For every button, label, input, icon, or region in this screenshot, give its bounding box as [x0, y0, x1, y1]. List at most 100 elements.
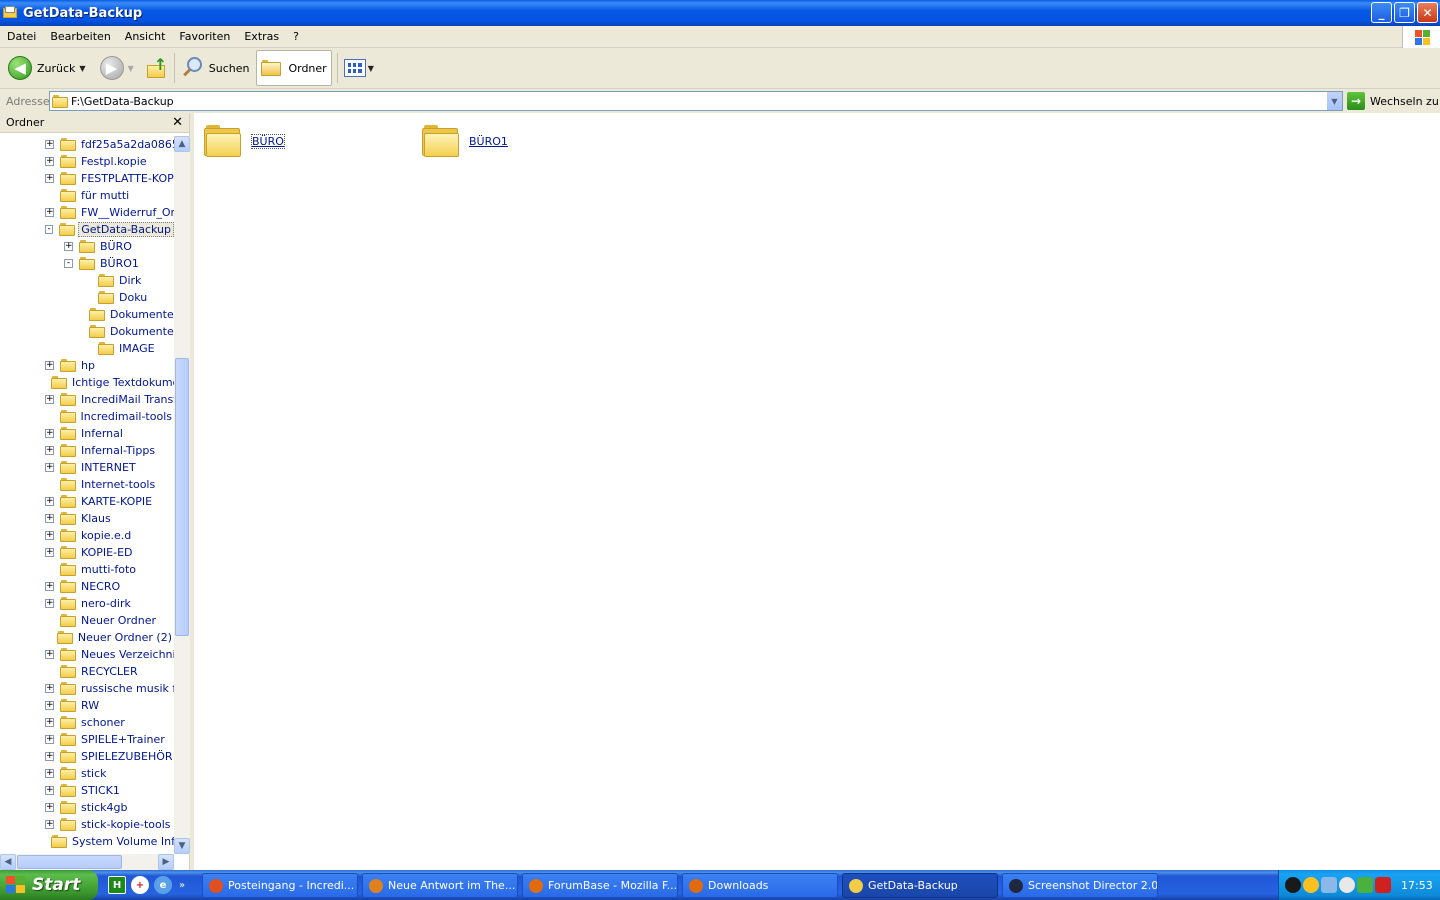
tree-item[interactable]: + Festpl.kopie: [0, 153, 174, 170]
quicklaunch-cross-icon[interactable]: +: [131, 876, 149, 894]
collapse-icon[interactable]: -: [45, 225, 54, 234]
tree-item[interactable]: + Neues Verzeichnis: [0, 646, 174, 663]
tree-item[interactable]: Incredimail-tools: [0, 408, 174, 425]
back-button[interactable]: ◀ Zurück ▼: [4, 50, 90, 86]
quicklaunch-more-icon[interactable]: »: [179, 880, 185, 891]
expand-icon[interactable]: +: [45, 514, 54, 523]
scroll-down-icon[interactable]: ▼: [174, 838, 190, 854]
tree-item[interactable]: + KARTE-KOPIE: [0, 493, 174, 510]
views-button[interactable]: ▼: [340, 50, 378, 86]
tree-item[interactable]: + FW__Widerruf_Onl: [0, 204, 174, 221]
tree-item[interactable]: + Klaus: [0, 510, 174, 527]
taskbar-button[interactable]: Downloads: [682, 873, 838, 898]
horizontal-scrollbar[interactable]: ◀ ▶: [0, 854, 174, 870]
expand-icon[interactable]: +: [45, 463, 54, 472]
tree-item[interactable]: + INTERNET: [0, 459, 174, 476]
taskbar-button[interactable]: Posteingang - Incredi...: [202, 873, 358, 898]
address-dropdown-icon[interactable]: ▼: [1326, 92, 1342, 110]
folders-button[interactable]: Ordner: [256, 50, 332, 86]
expand-icon[interactable]: +: [45, 174, 54, 183]
tree-item[interactable]: IMAGE: [0, 340, 174, 357]
expand-icon[interactable]: +: [45, 548, 54, 557]
expand-icon[interactable]: +: [45, 786, 54, 795]
tree-item[interactable]: + IncrediMail Transfer: [0, 391, 174, 408]
expand-icon[interactable]: +: [45, 701, 54, 710]
expand-icon[interactable]: +: [45, 361, 54, 370]
taskbar-button[interactable]: Screenshot Director 2.0: [1002, 873, 1158, 898]
maximize-button[interactable]: ❐: [1394, 2, 1415, 23]
tree-item[interactable]: + schoner: [0, 714, 174, 731]
tree-item[interactable]: + NECRO: [0, 578, 174, 595]
scroll-thumb[interactable]: [175, 358, 189, 636]
scroll-up-icon[interactable]: ▲: [174, 136, 190, 152]
up-folder-button[interactable]: ↑: [142, 50, 172, 86]
tree-item[interactable]: + stick4gb: [0, 799, 174, 816]
quicklaunch-ie-icon[interactable]: e: [154, 876, 172, 894]
forward-dropdown-icon[interactable]: ▼: [128, 64, 134, 73]
expand-icon[interactable]: +: [45, 208, 54, 217]
tree-item[interactable]: Dirk: [0, 272, 174, 289]
scroll-left-icon[interactable]: ◀: [0, 854, 16, 870]
expand-icon[interactable]: +: [45, 684, 54, 693]
folder-item-buero1[interactable]: BÜRO1: [422, 123, 508, 159]
tree-item[interactable]: + stick-kopie-tools: [0, 816, 174, 833]
menu-bearbeiten[interactable]: Bearbeiten: [43, 30, 117, 43]
address-input[interactable]: F:\GetData-Backup ▼: [49, 91, 1343, 111]
tree-item[interactable]: + nero-dirk: [0, 595, 174, 612]
scroll-right-icon[interactable]: ▶: [158, 854, 174, 870]
close-icon[interactable]: ✕: [172, 115, 183, 130]
expand-icon[interactable]: +: [45, 531, 54, 540]
tree-item[interactable]: + BÜRO: [0, 238, 174, 255]
views-dropdown-icon[interactable]: ▼: [368, 64, 374, 73]
tree-item[interactable]: Internet-tools: [0, 476, 174, 493]
expand-icon[interactable]: +: [64, 242, 73, 251]
tree-item[interactable]: Neuer Ordner (2): [0, 629, 174, 646]
tree-item[interactable]: RECYCLER: [0, 663, 174, 680]
menu-help[interactable]: ?: [286, 30, 306, 43]
expand-icon[interactable]: +: [45, 497, 54, 506]
tree-item[interactable]: + stick: [0, 765, 174, 782]
menu-datei[interactable]: Datei: [0, 30, 43, 43]
close-button[interactable]: ✕: [1417, 2, 1438, 23]
tray-panda-icon[interactable]: [1339, 877, 1355, 893]
expand-icon[interactable]: +: [45, 429, 54, 438]
expand-icon[interactable]: +: [45, 140, 54, 149]
expand-icon[interactable]: +: [45, 769, 54, 778]
tree-item[interactable]: + fdf25a5a2da0865b: [0, 136, 174, 153]
expand-icon[interactable]: +: [45, 599, 54, 608]
menu-ansicht[interactable]: Ansicht: [118, 30, 173, 43]
title-bar[interactable]: GetData-Backup _ ❐ ✕: [0, 0, 1440, 26]
tree-item[interactable]: + STICK1: [0, 782, 174, 799]
expand-icon[interactable]: +: [45, 650, 54, 659]
tree-item[interactable]: Dokumente: [0, 323, 174, 340]
tree-item[interactable]: + RW: [0, 697, 174, 714]
tree-item[interactable]: + FESTPLATTE-KOPIE: [0, 170, 174, 187]
expand-icon[interactable]: +: [45, 752, 54, 761]
expand-icon[interactable]: +: [45, 582, 54, 591]
tree-item[interactable]: Dokumente: [0, 306, 174, 323]
hscroll-thumb[interactable]: [17, 855, 122, 869]
tree-item[interactable]: Doku: [0, 289, 174, 306]
expand-icon[interactable]: +: [45, 395, 54, 404]
tree-item[interactable]: + Infernal-Tipps: [0, 442, 174, 459]
menu-favoriten[interactable]: Favoriten: [172, 30, 237, 43]
tree-item[interactable]: + hp: [0, 357, 174, 374]
tree-item[interactable]: + kopie.e.d: [0, 527, 174, 544]
tray-antivirus-icon[interactable]: [1375, 877, 1391, 893]
tree-item[interactable]: Neuer Ordner: [0, 612, 174, 629]
tree-item[interactable]: - BÜRO1: [0, 255, 174, 272]
tray-smiley-icon[interactable]: [1303, 877, 1319, 893]
tree-item[interactable]: + russische musik für: [0, 680, 174, 697]
go-button[interactable]: → Wechseln zu: [1347, 92, 1439, 110]
taskbar-button[interactable]: Neue Antwort im The...: [362, 873, 518, 898]
vertical-scrollbar[interactable]: ▲ ▼: [174, 136, 190, 854]
expand-icon[interactable]: +: [45, 803, 54, 812]
tree-item[interactable]: mutti-foto: [0, 561, 174, 578]
tree-item[interactable]: + SPIELE+Trainer: [0, 731, 174, 748]
tree-item[interactable]: Ichtige Textdokume: [0, 374, 174, 391]
taskbar-button[interactable]: GetData-Backup: [842, 873, 998, 898]
tray-skype-icon[interactable]: [1285, 877, 1301, 893]
forward-button[interactable]: ▶ ▼: [96, 50, 138, 86]
tree-item[interactable]: + SPIELEZUBEHÖR: [0, 748, 174, 765]
search-button[interactable]: Suchen: [177, 50, 254, 86]
